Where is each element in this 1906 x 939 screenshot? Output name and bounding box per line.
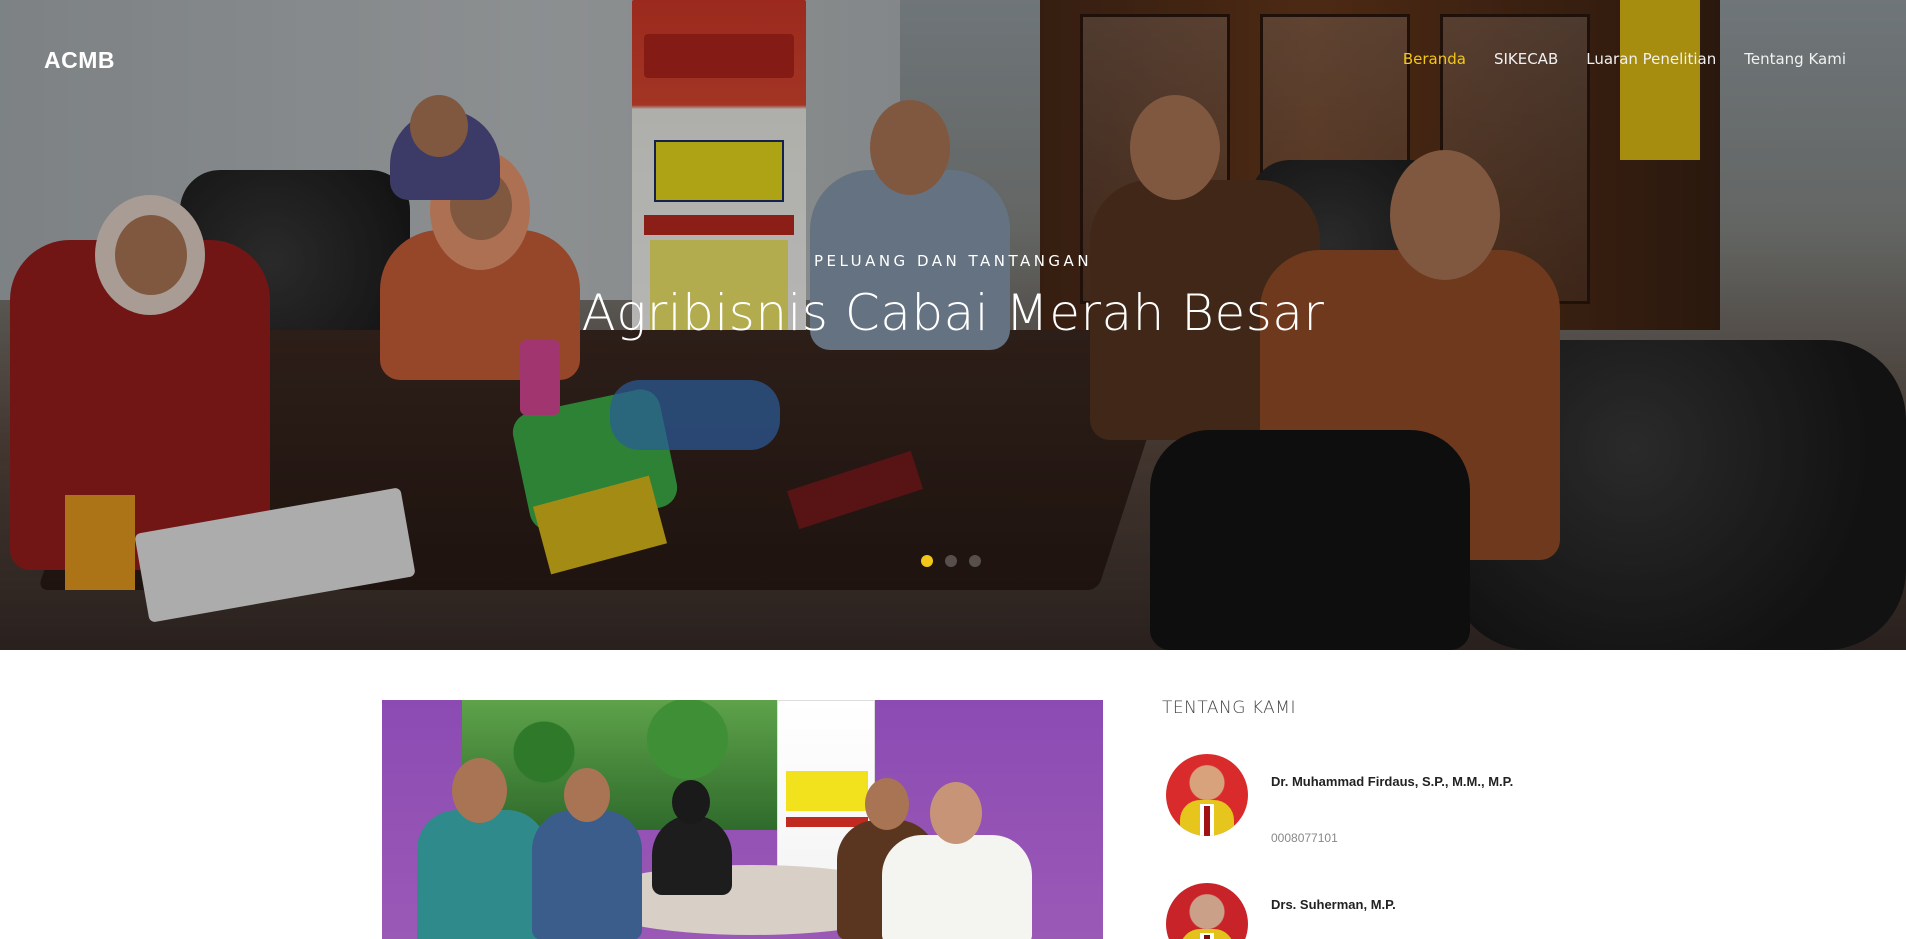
hero-slider: ACMB Beranda SIKECAB Luaran Penelitian T…	[0, 0, 1906, 650]
member-name: Drs. Suherman, M.P.	[1271, 897, 1396, 912]
member-name: Dr. Muhammad Firdaus, S.P., M.M., M.P.	[1271, 774, 1514, 789]
about-section: TENTANG KAMI Dr. Muhammad Firdaus, S.P.,…	[1162, 698, 1542, 939]
nav-menu: Beranda SIKECAB Luaran Penelitian Tentan…	[1403, 50, 1846, 68]
slider-pagination	[921, 555, 981, 567]
hero-title: Agribisnis Cabai Merah Besar	[581, 284, 1325, 342]
slider-dot-1[interactable]	[921, 555, 933, 567]
avatar	[1166, 754, 1248, 836]
team-member-card: Dr. Muhammad Firdaus, S.P., M.M., M.P. 0…	[1162, 754, 1542, 845]
hero-caption: PELUANG DAN TANTANGAN Agribisnis Cabai M…	[0, 252, 1906, 342]
slider-dot-2[interactable]	[945, 555, 957, 567]
nav-item-tentang-kami[interactable]: Tentang Kami	[1744, 50, 1846, 68]
team-photo	[382, 700, 1103, 939]
site-logo[interactable]: ACMB	[44, 47, 115, 74]
top-navbar: ACMB Beranda SIKECAB Luaran Penelitian T…	[0, 0, 1906, 120]
member-id: 0008077101	[1271, 831, 1338, 845]
slider-dot-3[interactable]	[969, 555, 981, 567]
about-title: TENTANG KAMI	[1162, 698, 1296, 718]
team-member-card: Drs. Suherman, M.P.	[1162, 883, 1542, 939]
nav-item-luaran-penelitian[interactable]: Luaran Penelitian	[1586, 50, 1716, 68]
avatar	[1166, 883, 1248, 939]
hero-subtitle: PELUANG DAN TANTANGAN	[813, 252, 1093, 270]
nav-item-beranda[interactable]: Beranda	[1403, 50, 1466, 68]
nav-item-sikecab[interactable]: SIKECAB	[1494, 50, 1558, 68]
